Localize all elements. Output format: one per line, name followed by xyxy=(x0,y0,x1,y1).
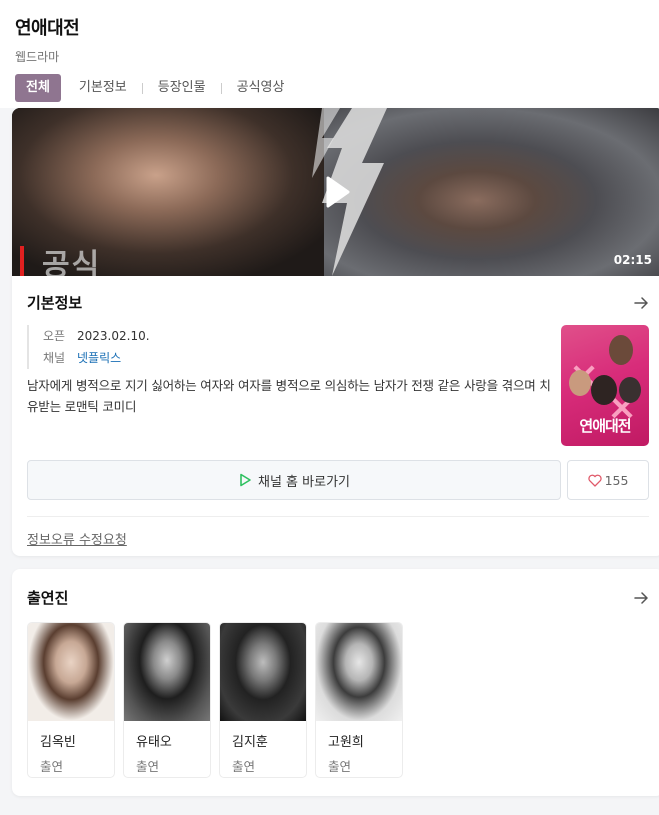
cast-title: 출연진 xyxy=(27,589,69,607)
like-button[interactable]: 155 xyxy=(567,460,649,500)
play-outline-icon xyxy=(240,473,251,487)
meta-list: 오픈 2023.02.10. 채널 넷플릭스 xyxy=(27,325,552,369)
basic-info-details: 오픈 2023.02.10. 채널 넷플릭스 남자에게 병적으로 지기 싫어하는… xyxy=(27,325,552,446)
cast-role: 출연 xyxy=(40,759,64,774)
cast-card: 출연진 김옥빈 출연 유태오 출연 김지훈 출연 고원희 출연 xyxy=(12,569,659,796)
heart-icon xyxy=(587,474,602,487)
poster-figure xyxy=(569,370,591,396)
cast-role: 출연 xyxy=(232,759,256,774)
arrow-right-icon[interactable] xyxy=(633,590,649,606)
divider xyxy=(27,516,649,517)
cast-photo xyxy=(124,623,210,721)
video-player[interactable]: 공식 02:15 xyxy=(12,108,659,276)
cast-name: 고원희 xyxy=(328,735,364,750)
info-card: 공식 02:15 기본정보 오픈 2023.02.10. 채널 넷플릭스 남자에… xyxy=(12,108,659,556)
basic-info-section: 기본정보 오픈 2023.02.10. 채널 넷플릭스 남자에게 병적으로 지기 xyxy=(12,276,659,548)
meta-key: 채널 xyxy=(43,351,66,365)
video-duration: 02:15 xyxy=(613,253,652,267)
cast-header: 출연진 xyxy=(27,587,649,608)
basic-info-body: 오픈 2023.02.10. 채널 넷플릭스 남자에게 병적으로 지기 싫어하는… xyxy=(27,325,649,446)
page-subtitle: 웹드라마 xyxy=(15,50,60,64)
poster-figure xyxy=(619,377,641,403)
poster-figure xyxy=(591,375,617,405)
cast-name: 유태오 xyxy=(136,735,172,750)
channel-link[interactable]: 넷플릭스 xyxy=(77,347,121,369)
channel-home-button[interactable]: 채널 홈 바로가기 xyxy=(27,460,561,500)
synopsis: 남자에게 병적으로 지기 싫어하는 여자와 여자를 병적으로 의심하는 남자가 … xyxy=(27,378,551,414)
video-overlay-bar xyxy=(20,246,24,276)
cast-photo xyxy=(220,623,306,721)
basic-info-title: 기본정보 xyxy=(27,294,83,312)
like-count: 155 xyxy=(604,472,629,488)
cast-list: 김옥빈 출연 유태오 출연 김지훈 출연 고원희 출연 xyxy=(27,622,649,778)
cast-name: 김옥빈 xyxy=(40,735,76,750)
meta-key: 오픈 xyxy=(43,329,66,343)
tab-official-videos[interactable]: 공식영상 xyxy=(222,74,300,102)
page-title: 연애대전 xyxy=(15,18,80,39)
cast-member[interactable]: 김옥빈 출연 xyxy=(27,622,115,778)
cast-role: 출연 xyxy=(328,759,352,774)
tab-bar: 전체 기본정보 등장인물 공식영상 xyxy=(15,74,644,102)
open-date: 2023.02.10. xyxy=(77,329,150,343)
basic-info-header: 기본정보 xyxy=(27,292,649,313)
cast-member[interactable]: 김지훈 출연 xyxy=(219,622,307,778)
tab-characters[interactable]: 등장인물 xyxy=(143,74,221,102)
video-overlay-text: 공식 xyxy=(42,248,102,276)
meta-row-channel: 채널 넷플릭스 xyxy=(43,347,552,369)
cast-member[interactable]: 고원희 출연 xyxy=(315,622,403,778)
meta-row-open: 오픈 2023.02.10. xyxy=(43,325,552,347)
tab-basic-info[interactable]: 기본정보 xyxy=(64,74,142,102)
poster-image[interactable]: × × 연애대전 xyxy=(561,325,649,446)
play-icon[interactable] xyxy=(318,174,354,210)
tab-all[interactable]: 전체 xyxy=(15,74,61,102)
poster-title: 연애대전 xyxy=(579,417,631,435)
cast-role: 출연 xyxy=(136,759,160,774)
poster-figure xyxy=(609,335,633,365)
channel-home-label: 채널 홈 바로가기 xyxy=(258,474,350,490)
cast-name: 김지훈 xyxy=(232,735,268,750)
page-header: 연애대전 웹드라마 전체 기본정보 등장인물 공식영상 xyxy=(0,0,659,108)
arrow-right-icon[interactable] xyxy=(633,295,649,311)
cast-photo xyxy=(28,623,114,721)
cast-photo xyxy=(316,623,402,721)
action-row: 채널 홈 바로가기 155 xyxy=(27,460,649,500)
report-error-link[interactable]: 정보오류 수정요청 xyxy=(27,529,127,548)
cast-member[interactable]: 유태오 출연 xyxy=(123,622,211,778)
